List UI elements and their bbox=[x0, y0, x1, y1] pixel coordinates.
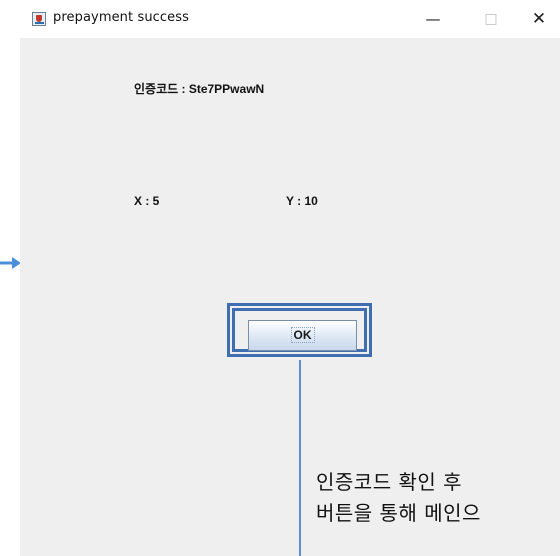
minimize-button[interactable]: — bbox=[422, 8, 444, 30]
annotation-line-2: 버튼을 통해 메인으 bbox=[316, 501, 481, 525]
dialog-window: prepayment success — □ ✕ 인증코드 : Ste7PPwa… bbox=[20, 0, 560, 556]
ok-button-label: OK bbox=[290, 327, 315, 343]
ok-button[interactable]: OK bbox=[248, 320, 357, 351]
auth-code-label: 인증코드 : Ste7PPwawN bbox=[134, 82, 265, 96]
title-bar[interactable]: prepayment success — □ ✕ bbox=[20, 0, 560, 38]
annotation-line-1: 인증코드 확인 후 bbox=[316, 470, 463, 494]
x-coordinate-label: X : 5 bbox=[134, 194, 160, 208]
maximize-button[interactable]: □ bbox=[480, 8, 502, 30]
y-coordinate-label: Y : 10 bbox=[286, 194, 318, 208]
java-coffee-icon bbox=[32, 12, 46, 26]
close-button[interactable]: ✕ bbox=[528, 8, 550, 30]
callout-line bbox=[299, 360, 301, 556]
right-arrow-icon bbox=[0, 257, 21, 269]
window-title: prepayment success bbox=[53, 10, 190, 25]
screenshot-stage: prepayment success — □ ✕ 인증코드 : Ste7PPwa… bbox=[0, 0, 560, 556]
